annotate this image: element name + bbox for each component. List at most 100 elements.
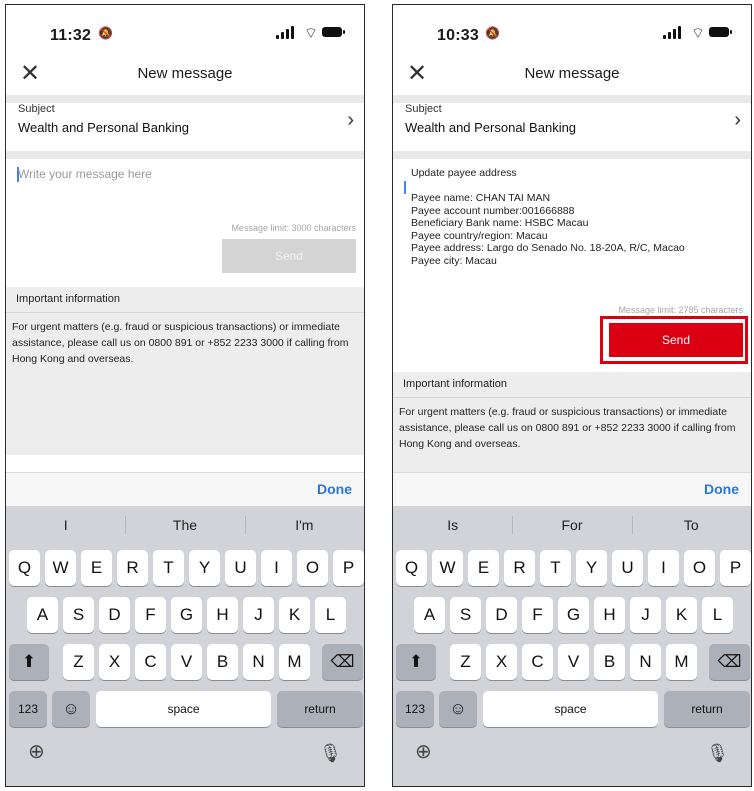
key-j[interactable]: J [243, 597, 274, 633]
space-key[interactable]: space [96, 691, 271, 727]
key-n[interactable]: N [630, 644, 661, 680]
key-i[interactable]: I [648, 550, 679, 586]
key-v[interactable]: V [171, 644, 202, 680]
key-f[interactable]: F [135, 597, 166, 633]
key-d[interactable]: D [99, 597, 130, 633]
key-m[interactable]: M [279, 644, 310, 680]
key-o[interactable]: O [684, 550, 715, 586]
key-d[interactable]: D [486, 597, 517, 633]
key-b[interactable]: B [207, 644, 238, 680]
key-row-1: Q W E R T Y U I O P [393, 550, 751, 586]
emoji-key[interactable]: ☺ [439, 691, 477, 727]
numbers-key[interactable]: 123 [9, 691, 47, 727]
key-r[interactable]: R [504, 550, 535, 586]
space-key[interactable]: space [483, 691, 658, 727]
keyboard-toolbar: Done [393, 472, 751, 506]
keyboard-toolbar: Done [6, 472, 364, 506]
globe-icon[interactable]: ⊕ [415, 739, 432, 764]
message-text: Update payee address Payee name: CHAN TA… [411, 167, 685, 267]
key-t[interactable]: T [540, 550, 571, 586]
silent-bell-icon: 🔕 [98, 26, 113, 40]
backspace-icon: ⌫ [330, 652, 355, 671]
return-key[interactable]: return [277, 691, 363, 727]
info-body: For urgent matters (e.g. fraud or suspic… [399, 406, 736, 450]
suggestion-bar: I The I'm [6, 506, 364, 544]
key-row-2: A S D F G H J K L [393, 597, 751, 633]
shift-key[interactable]: ⬆ [396, 644, 436, 680]
key-y[interactable]: Y [576, 550, 607, 586]
key-s[interactable]: S [63, 597, 94, 633]
subject-selector[interactable]: Subject Wealth and Personal Banking › [6, 103, 364, 151]
numbers-key[interactable]: 123 [396, 691, 434, 727]
globe-icon[interactable]: ⊕ [28, 739, 45, 764]
microphone-icon[interactable]: 🎙 [319, 743, 342, 764]
key-o[interactable]: O [297, 550, 328, 586]
key-u[interactable]: U [612, 550, 643, 586]
key-x[interactable]: X [486, 644, 517, 680]
shift-key[interactable]: ⬆ [9, 644, 49, 680]
text-cursor [404, 181, 406, 194]
suggestion-item[interactable]: I'm [244, 506, 364, 544]
divider [6, 151, 364, 159]
page-title: New message [137, 65, 233, 82]
key-w[interactable]: W [45, 550, 76, 586]
key-h[interactable]: H [594, 597, 625, 633]
suggestion-item[interactable]: I [6, 506, 125, 544]
key-c[interactable]: C [522, 644, 553, 680]
key-h[interactable]: H [207, 597, 238, 633]
suggestion-item[interactable]: To [631, 506, 751, 544]
suggestion-item[interactable]: Is [393, 506, 512, 544]
key-p[interactable]: P [720, 550, 751, 586]
done-button[interactable]: Done [704, 481, 739, 497]
key-g[interactable]: G [171, 597, 202, 633]
emoji-key[interactable]: ☺ [52, 691, 90, 727]
key-q[interactable]: Q [396, 550, 427, 586]
return-key[interactable]: return [664, 691, 750, 727]
battery-icon [322, 27, 345, 37]
backspace-key[interactable]: ⌫ [709, 644, 750, 680]
key-l[interactable]: L [315, 597, 346, 633]
microphone-icon[interactable]: 🎙 [706, 743, 729, 764]
backspace-key[interactable]: ⌫ [322, 644, 363, 680]
key-y[interactable]: Y [189, 550, 220, 586]
key-i[interactable]: I [261, 550, 292, 586]
key-c[interactable]: C [135, 644, 166, 680]
key-k[interactable]: K [279, 597, 310, 633]
key-r[interactable]: R [117, 550, 148, 586]
key-l[interactable]: L [702, 597, 733, 633]
key-z[interactable]: Z [450, 644, 481, 680]
key-n[interactable]: N [243, 644, 274, 680]
suggestion-item[interactable]: The [125, 506, 244, 544]
suggestion-item[interactable]: For [512, 506, 631, 544]
nav-bar: ✕ New message [393, 55, 751, 95]
key-z[interactable]: Z [63, 644, 94, 680]
key-b[interactable]: B [594, 644, 625, 680]
key-x[interactable]: X [99, 644, 130, 680]
divider [6, 95, 364, 103]
key-a[interactable]: A [414, 597, 445, 633]
key-j[interactable]: J [630, 597, 661, 633]
key-w[interactable]: W [432, 550, 463, 586]
key-u[interactable]: U [225, 550, 256, 586]
divider [393, 151, 751, 159]
key-row-1: Q W E R T Y U I O P [6, 550, 364, 586]
key-f[interactable]: F [522, 597, 553, 633]
key-s[interactable]: S [450, 597, 481, 633]
subject-selector[interactable]: Subject Wealth and Personal Banking › [393, 103, 751, 151]
key-v[interactable]: V [558, 644, 589, 680]
key-q[interactable]: Q [9, 550, 40, 586]
key-e[interactable]: E [81, 550, 112, 586]
key-e[interactable]: E [468, 550, 499, 586]
key-g[interactable]: G [558, 597, 589, 633]
key-k[interactable]: K [666, 597, 697, 633]
emoji-icon: ☺ [449, 699, 467, 718]
key-m[interactable]: M [666, 644, 697, 680]
wifi-icon: ⌔ [303, 25, 318, 42]
key-t[interactable]: T [153, 550, 184, 586]
key-p[interactable]: P [333, 550, 364, 586]
key-a[interactable]: A [27, 597, 58, 633]
send-button[interactable]: Send [222, 239, 356, 273]
done-button[interactable]: Done [317, 481, 352, 497]
subject-value: Wealth and Personal Banking [405, 120, 577, 135]
page-title: New message [524, 65, 620, 82]
